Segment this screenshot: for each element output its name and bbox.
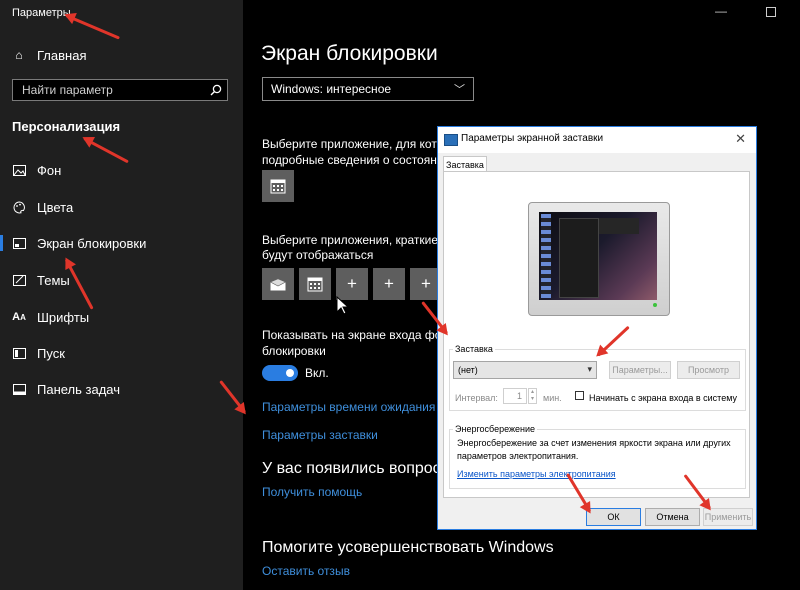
questions-heading: У вас появились вопросы [262,460,453,477]
cancel-button[interactable]: Отмена [645,508,700,526]
nav-colors-label: Цвета [37,199,74,215]
power-text-2: параметров электропитания. [457,451,579,461]
nav-fonts-label: Шрифты [37,309,90,325]
detailed-app-text-2: подробные сведения о состояни [262,153,444,167]
interval-spinner[interactable]: ▴ ▾ [528,388,537,404]
improve-heading: Помогите усовершенствовать Windows [262,539,554,556]
nav-taskbar-label: Панель задач [37,381,121,397]
close-icon[interactable]: ✕ [735,131,746,147]
search-icon[interactable] [210,84,222,96]
plus-icon: + [347,274,357,293]
plus-icon: + [384,274,394,293]
calendar-icon [270,179,286,194]
minimize-button[interactable]: — [715,4,727,18]
mail-icon [270,277,286,290]
get-help-link[interactable]: Получить помощь [262,485,362,499]
plus-icon: + [421,274,431,293]
nav-lock-screen[interactable]: Экран блокировки [0,228,243,258]
dialog-panel: Заставка (нет) ▾ Параметры... Просмотр И… [443,171,750,498]
nav-background-label: Фон [37,162,62,178]
power-group-label: Энергосбережение [453,424,538,434]
apply-button[interactable]: Применить [703,508,753,526]
nav-fonts[interactable]: AA Шрифты [0,302,243,332]
quick-app-calendar[interactable] [299,268,331,300]
monitor-preview [528,202,670,316]
preview-screen [539,212,657,300]
section-title: Персонализация [12,119,121,134]
screensaver-select[interactable]: (нет) ▾ [453,361,597,379]
screensaver-group-label: Заставка [453,344,495,354]
params-button[interactable]: Параметры... [609,361,671,379]
show-bg-toggle[interactable] [262,365,298,381]
search-box[interactable] [12,79,228,101]
palette-icon [12,200,26,214]
background-select-value: Windows: интересное [271,82,392,96]
preview-settings-window [559,218,599,298]
window-controls: — [715,4,800,20]
themes-icon [12,273,26,287]
nav-taskbar[interactable]: Панель задач [0,374,243,404]
detailed-app-tile[interactable] [262,170,294,202]
preview-button[interactable]: Просмотр [677,361,740,379]
quick-apps-text-2: будут отображаться [262,248,374,262]
nav-start-label: Пуск [37,345,65,361]
power-text-1: Энергосбережение за счет изменения яркос… [457,438,731,448]
calendar-icon [307,277,323,292]
nav-home[interactable]: ⌂ Главная [0,40,243,70]
logon-checkbox[interactable] [575,391,584,400]
quick-app-mail[interactable] [262,268,294,300]
mouse-cursor-icon [336,296,350,315]
background-select[interactable]: Windows: интересное ﹀ [262,77,474,101]
search-input[interactable] [13,80,212,100]
toggle-state-label: Вкл. [305,366,329,380]
nav-start[interactable]: Пуск [0,338,243,368]
power-led [653,303,657,307]
show-bg-text-2: блокировки [262,344,326,358]
detailed-app-text-1: Выберите приложение, для котор [262,137,451,151]
image-icon [12,163,26,177]
nav-themes[interactable]: Темы [0,265,243,295]
dialog-title: Параметры экранной заставки [461,133,604,144]
nav-home-label: Главная [37,47,87,63]
preview-window-header [599,218,639,234]
fonts-icon: AA [12,311,26,323]
quick-app-add-2[interactable]: + [373,268,405,300]
taskbar-icon [12,382,26,396]
timeout-settings-link[interactable]: Параметры времени ожидания д [262,400,446,414]
screensaver-settings-link[interactable]: Параметры заставки [262,428,378,442]
monitor-icon [444,134,458,146]
tab-screensaver[interactable]: Заставка [443,156,487,172]
lock-screen-icon [12,236,26,250]
preview-desktop-icons [541,214,551,298]
page-title: Экран блокировки [261,42,438,65]
screensaver-dialog: Параметры экранной заставки ✕ Заставка З… [437,126,757,530]
interval-input[interactable]: 1 [503,388,527,404]
power-settings-link[interactable]: Изменить параметры электропитания [457,469,616,479]
minutes-label: мин. [543,393,562,403]
nav-themes-label: Темы [37,272,70,288]
feedback-link[interactable]: Оставить отзыв [262,564,350,578]
start-icon [12,346,26,360]
interval-value: 1 [516,391,522,401]
show-bg-text-1: Показывать на экране входа фон [262,328,449,342]
home-icon: ⌂ [15,48,23,62]
maximize-button[interactable] [766,7,776,17]
chevron-down-icon: ﹀ [454,84,465,96]
nav-lock-screen-label: Экран блокировки [37,235,147,251]
interval-label: Интервал: [455,393,498,403]
screensaver-select-value: (нет) [458,365,478,375]
nav-colors[interactable]: Цвета [0,192,243,222]
chevron-down-icon: ▾ [587,364,592,374]
logon-checkbox-label: Начинать с экрана входа в систему [589,393,737,403]
